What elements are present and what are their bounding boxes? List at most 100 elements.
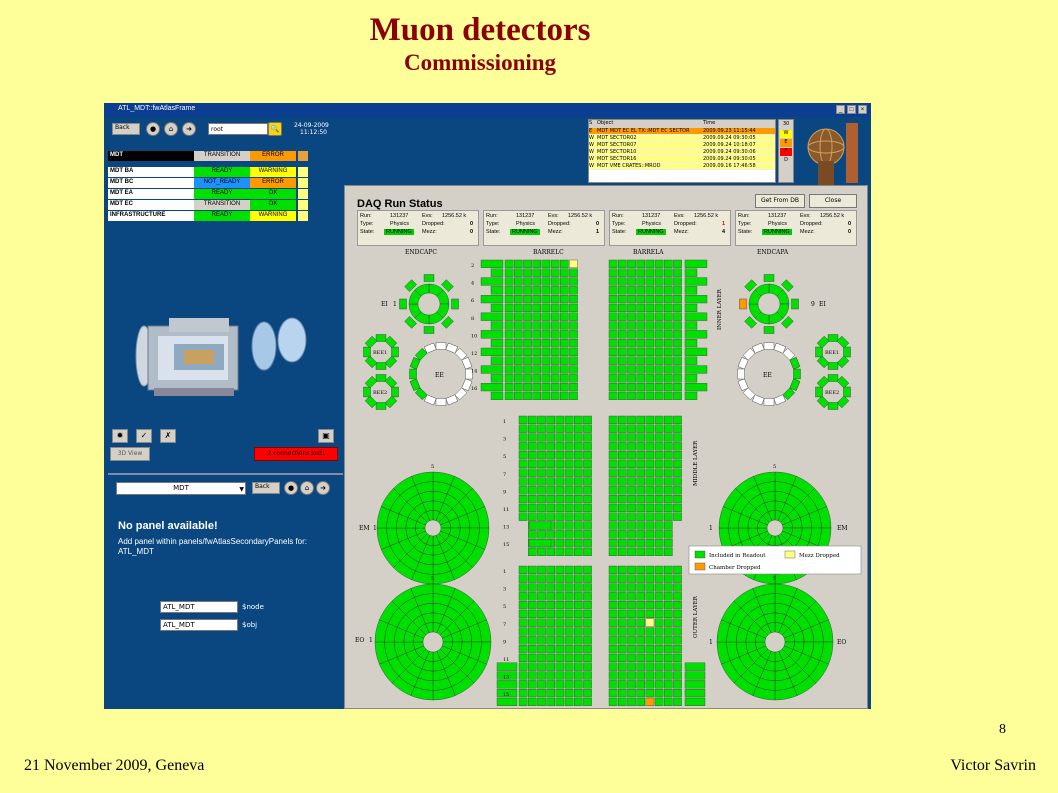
obj-field[interactable]: ATL_MDT (160, 619, 238, 631)
cancel-icon[interactable]: ✗ (160, 429, 176, 443)
fsm-row[interactable]: INFRASTRUCTURE READY WARNING (108, 211, 313, 221)
chamber-cell (391, 346, 399, 358)
chamber-cell (654, 547, 664, 557)
chamber-cell (573, 671, 583, 680)
chamber-cell (527, 503, 537, 513)
chamber-cell (618, 662, 627, 671)
chamber-cell (673, 503, 682, 513)
root-input[interactable]: root (208, 123, 268, 135)
get-from-db-button[interactable]: Get From DB (755, 194, 805, 208)
back-button[interactable]: Back (112, 123, 140, 135)
stop-icon[interactable]: ● (146, 122, 160, 136)
close-window-button[interactable]: × (858, 105, 867, 114)
panel-back-button[interactable]: Back (252, 482, 280, 494)
eo-a-top: 5 (773, 576, 776, 582)
fsm-state[interactable]: TRANSITION (194, 200, 250, 210)
alarm-count-badge[interactable]: F (780, 148, 792, 156)
chamber-cell (513, 312, 523, 321)
alarm-count-badge[interactable]: 30 (780, 121, 792, 129)
lock-icon[interactable] (298, 151, 308, 161)
fsm-row[interactable]: MDT BA READY WARNING (108, 167, 313, 177)
inner-row-label: 16 (471, 386, 477, 392)
event-row[interactable]: W MDT VME CRATES::MROD 2009.09.16 17:46:58 (589, 163, 775, 170)
fsm-row[interactable]: MDT EA READY OK (108, 189, 313, 199)
chamber-cell (608, 277, 618, 286)
lock-icon[interactable] (298, 167, 308, 177)
event-row[interactable]: W MDT SECTOR16 2009.09.24 09:30:05 (589, 156, 775, 163)
alarm-count-badge[interactable]: D (780, 157, 792, 165)
fsm-state[interactable]: TRANSITION (194, 151, 250, 161)
chamber-cell (608, 303, 618, 313)
chamber-cell (546, 653, 556, 663)
chamber-cell (583, 601, 592, 610)
alarm-event-list: S Object Time E MDT MDT EC EL TX::MDT EC … (588, 119, 776, 183)
save-icon[interactable]: ▣ (318, 429, 334, 443)
fsm-state[interactable]: READY (194, 189, 250, 199)
col-s[interactable]: S (589, 120, 597, 128)
alarm-count-badge[interactable]: E (780, 139, 792, 147)
lock-icon[interactable] (298, 200, 308, 210)
check-icon[interactable]: ✓ (136, 429, 152, 443)
col-time[interactable]: Time (703, 120, 773, 128)
sun-icon[interactable]: ✹ (112, 429, 128, 443)
fsm-row[interactable]: MDT EC TRANSITION OK (108, 200, 313, 210)
chamber-cell (541, 374, 551, 383)
panel-forward-icon[interactable]: ➜ (316, 481, 330, 495)
event-row[interactable]: W MDT SECTOR07 2009.09.24 10:18:07 (589, 142, 775, 149)
fsm-name: MDT EC (108, 200, 194, 210)
fsm-row[interactable]: MDT BC NOT_READY ERROR (108, 178, 313, 188)
home-icon[interactable]: ⌂ (164, 122, 178, 136)
close-button[interactable]: Close (809, 194, 857, 208)
maximize-button[interactable]: □ (847, 105, 856, 114)
chamber-cell (673, 303, 682, 313)
fsm-alarm[interactable]: ERROR (250, 151, 296, 161)
node-field[interactable]: ATL_MDT (160, 601, 238, 613)
fsm-alarm[interactable]: OK (250, 189, 296, 199)
chamber-cell (555, 609, 565, 619)
fsm-alarm[interactable]: ERROR (250, 178, 296, 188)
lock-icon[interactable] (298, 189, 308, 199)
chamber-cell (546, 671, 556, 680)
chamber-cell (527, 601, 537, 610)
event-row[interactable]: W MDT SECTOR10 2009.09.24 09:30:06 (589, 149, 775, 156)
chamber-cell (573, 565, 583, 575)
alarm-count-badge[interactable]: W (780, 130, 792, 138)
chamber-cell (618, 477, 627, 486)
fsm-row-mdt[interactable]: MDT TRANSITION ERROR (108, 151, 313, 161)
chamber-cell (636, 530, 646, 539)
em-c-top: 5 (431, 464, 434, 470)
fsm-alarm[interactable]: WARNING (250, 211, 296, 221)
chamber-cell (684, 347, 708, 357)
chamber-cell (384, 355, 398, 369)
mdt-select[interactable]: MDT ▼ (116, 482, 246, 495)
legend-included-swatch (694, 550, 706, 559)
panel-stop-icon[interactable]: ● (284, 481, 298, 495)
event-row[interactable]: W MDT SECTOR02 2009.09.24 09:30:05 (589, 135, 775, 142)
lock-icon[interactable] (298, 178, 308, 188)
lock-icon[interactable] (298, 211, 308, 221)
fsm-alarm[interactable]: WARNING (250, 167, 296, 177)
forward-icon[interactable]: ➜ (182, 122, 196, 136)
chamber-cell (375, 374, 387, 382)
search-icon[interactable]: 🔍 (268, 122, 282, 136)
chamber-cell (627, 450, 636, 460)
fsm-state[interactable]: READY (194, 211, 250, 221)
event-row[interactable]: E MDT MDT EC EL TX::MDT EC SECTOR 2009.09.… (589, 128, 775, 135)
fsm-state[interactable]: READY (194, 167, 250, 177)
connections-lost-button[interactable]: 2 connections lost! (254, 447, 338, 461)
minimize-button[interactable]: _ (836, 105, 845, 114)
chamber-cell (583, 609, 592, 619)
col-object[interactable]: Object (597, 120, 703, 128)
fsm-alarm[interactable]: OK (250, 200, 296, 210)
chamber-cell (523, 391, 532, 401)
3d-view-button[interactable]: 3D View (110, 447, 150, 461)
chamber-cell (654, 382, 664, 392)
fsm-state[interactable]: NOT_READY (194, 178, 250, 188)
chamber-cell (564, 697, 574, 707)
chamber-cell (527, 592, 537, 601)
bee1-a-label: BEE1 (825, 350, 839, 356)
chamber-cell (364, 375, 378, 389)
chamber-cell (573, 512, 583, 521)
eo-c-label: EO (355, 637, 364, 644)
panel-home-icon[interactable]: ⌂ (300, 481, 314, 495)
